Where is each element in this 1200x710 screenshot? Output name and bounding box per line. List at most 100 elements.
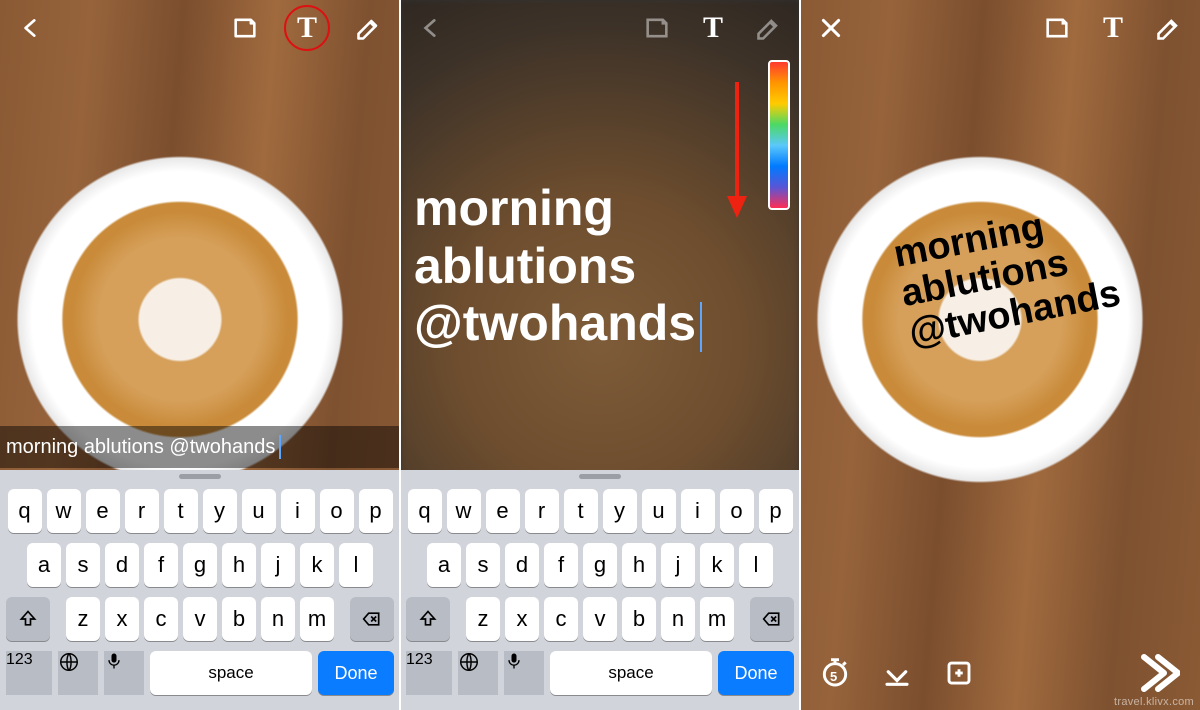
space-key[interactable]: space: [550, 651, 712, 695]
keyboard-row-bottom: 123 space Done: [404, 651, 796, 695]
key-u[interactable]: u: [242, 489, 276, 533]
text-tool-icon[interactable]: T: [1096, 11, 1130, 45]
done-key[interactable]: Done: [318, 651, 394, 695]
draw-tool-icon[interactable]: [752, 11, 786, 45]
key-y[interactable]: y: [603, 489, 637, 533]
timer-value: 5: [830, 669, 837, 684]
numbers-key[interactable]: 123: [406, 651, 452, 695]
key-e[interactable]: e: [486, 489, 520, 533]
key-p[interactable]: p: [759, 489, 793, 533]
key-r[interactable]: r: [525, 489, 559, 533]
text-tool-icon[interactable]: T: [696, 11, 730, 45]
key-f[interactable]: f: [144, 543, 178, 587]
key-s[interactable]: s: [466, 543, 500, 587]
save-icon[interactable]: [880, 656, 914, 690]
key-z[interactable]: z: [466, 597, 500, 641]
key-x[interactable]: x: [505, 597, 539, 641]
key-c[interactable]: c: [144, 597, 178, 641]
key-o[interactable]: o: [720, 489, 754, 533]
key-t[interactable]: t: [564, 489, 598, 533]
key-b[interactable]: b: [222, 597, 256, 641]
backspace-key[interactable]: [350, 597, 394, 641]
key-j[interactable]: j: [661, 543, 695, 587]
keyboard-handle[interactable]: [579, 474, 621, 479]
key-g[interactable]: g: [583, 543, 617, 587]
timer-icon[interactable]: 5: [818, 656, 852, 690]
keyboard-row-3: zxcvbnm: [404, 597, 796, 641]
editor-top-toolbar: T: [400, 0, 800, 56]
key-p[interactable]: p: [359, 489, 393, 533]
key-n[interactable]: n: [261, 597, 295, 641]
back-icon[interactable]: [14, 11, 48, 45]
backspace-key[interactable]: [750, 597, 794, 641]
key-u[interactable]: u: [642, 489, 676, 533]
key-l[interactable]: l: [739, 543, 773, 587]
dictation-key[interactable]: [104, 651, 144, 695]
key-t[interactable]: t: [164, 489, 198, 533]
key-x[interactable]: x: [105, 597, 139, 641]
text-tool-icon[interactable]: T: [290, 11, 324, 45]
key-n[interactable]: n: [661, 597, 695, 641]
key-h[interactable]: h: [222, 543, 256, 587]
key-w[interactable]: w: [47, 489, 81, 533]
key-k[interactable]: k: [300, 543, 334, 587]
panel-divider: [399, 0, 401, 710]
text-color-slider[interactable]: [768, 60, 790, 210]
big-text-line: morning: [414, 180, 614, 236]
panel-2-text-style: T morning ablutions @twohands qwertyuiop…: [400, 0, 800, 710]
caption-input-bar[interactable]: morning ablutions @twohands: [0, 426, 400, 468]
shift-key[interactable]: [6, 597, 50, 641]
key-d[interactable]: d: [105, 543, 139, 587]
editor-top-toolbar: T: [800, 0, 1200, 56]
keyboard-row-1: qwertyuiop: [4, 489, 396, 533]
key-v[interactable]: v: [583, 597, 617, 641]
numbers-key[interactable]: 123: [6, 651, 52, 695]
draw-tool-icon[interactable]: [352, 11, 386, 45]
caption-text: morning ablutions @twohands: [6, 436, 275, 459]
key-l[interactable]: l: [339, 543, 373, 587]
back-icon[interactable]: [414, 11, 448, 45]
key-v[interactable]: v: [183, 597, 217, 641]
shift-key[interactable]: [406, 597, 450, 641]
text-caret: [279, 435, 281, 459]
key-m[interactable]: m: [700, 597, 734, 641]
key-c[interactable]: c: [544, 597, 578, 641]
send-button[interactable]: [1130, 647, 1182, 699]
key-j[interactable]: j: [261, 543, 295, 587]
key-g[interactable]: g: [183, 543, 217, 587]
key-h[interactable]: h: [622, 543, 656, 587]
text-tool-highlight-circle: T: [284, 5, 330, 51]
key-q[interactable]: q: [408, 489, 442, 533]
key-b[interactable]: b: [622, 597, 656, 641]
add-to-story-icon[interactable]: [942, 656, 976, 690]
key-f[interactable]: f: [544, 543, 578, 587]
key-k[interactable]: k: [700, 543, 734, 587]
close-icon[interactable]: [814, 11, 848, 45]
key-y[interactable]: y: [203, 489, 237, 533]
draw-tool-icon[interactable]: [1152, 11, 1186, 45]
key-s[interactable]: s: [66, 543, 100, 587]
key-e[interactable]: e: [86, 489, 120, 533]
key-a[interactable]: a: [427, 543, 461, 587]
key-o[interactable]: o: [320, 489, 354, 533]
text-caret: [700, 302, 702, 352]
keyboard-handle[interactable]: [179, 474, 221, 479]
space-key[interactable]: space: [150, 651, 312, 695]
globe-key[interactable]: [58, 651, 98, 695]
dictation-key[interactable]: [504, 651, 544, 695]
key-q[interactable]: q: [8, 489, 42, 533]
key-m[interactable]: m: [300, 597, 334, 641]
key-a[interactable]: a: [27, 543, 61, 587]
globe-key[interactable]: [458, 651, 498, 695]
key-z[interactable]: z: [66, 597, 100, 641]
sticker-icon[interactable]: [640, 11, 674, 45]
sticker-icon[interactable]: [1040, 11, 1074, 45]
instruction-arrow-icon: [724, 78, 750, 218]
done-key[interactable]: Done: [718, 651, 794, 695]
key-i[interactable]: i: [681, 489, 715, 533]
key-i[interactable]: i: [281, 489, 315, 533]
sticker-icon[interactable]: [228, 11, 262, 45]
key-r[interactable]: r: [125, 489, 159, 533]
key-w[interactable]: w: [447, 489, 481, 533]
key-d[interactable]: d: [505, 543, 539, 587]
